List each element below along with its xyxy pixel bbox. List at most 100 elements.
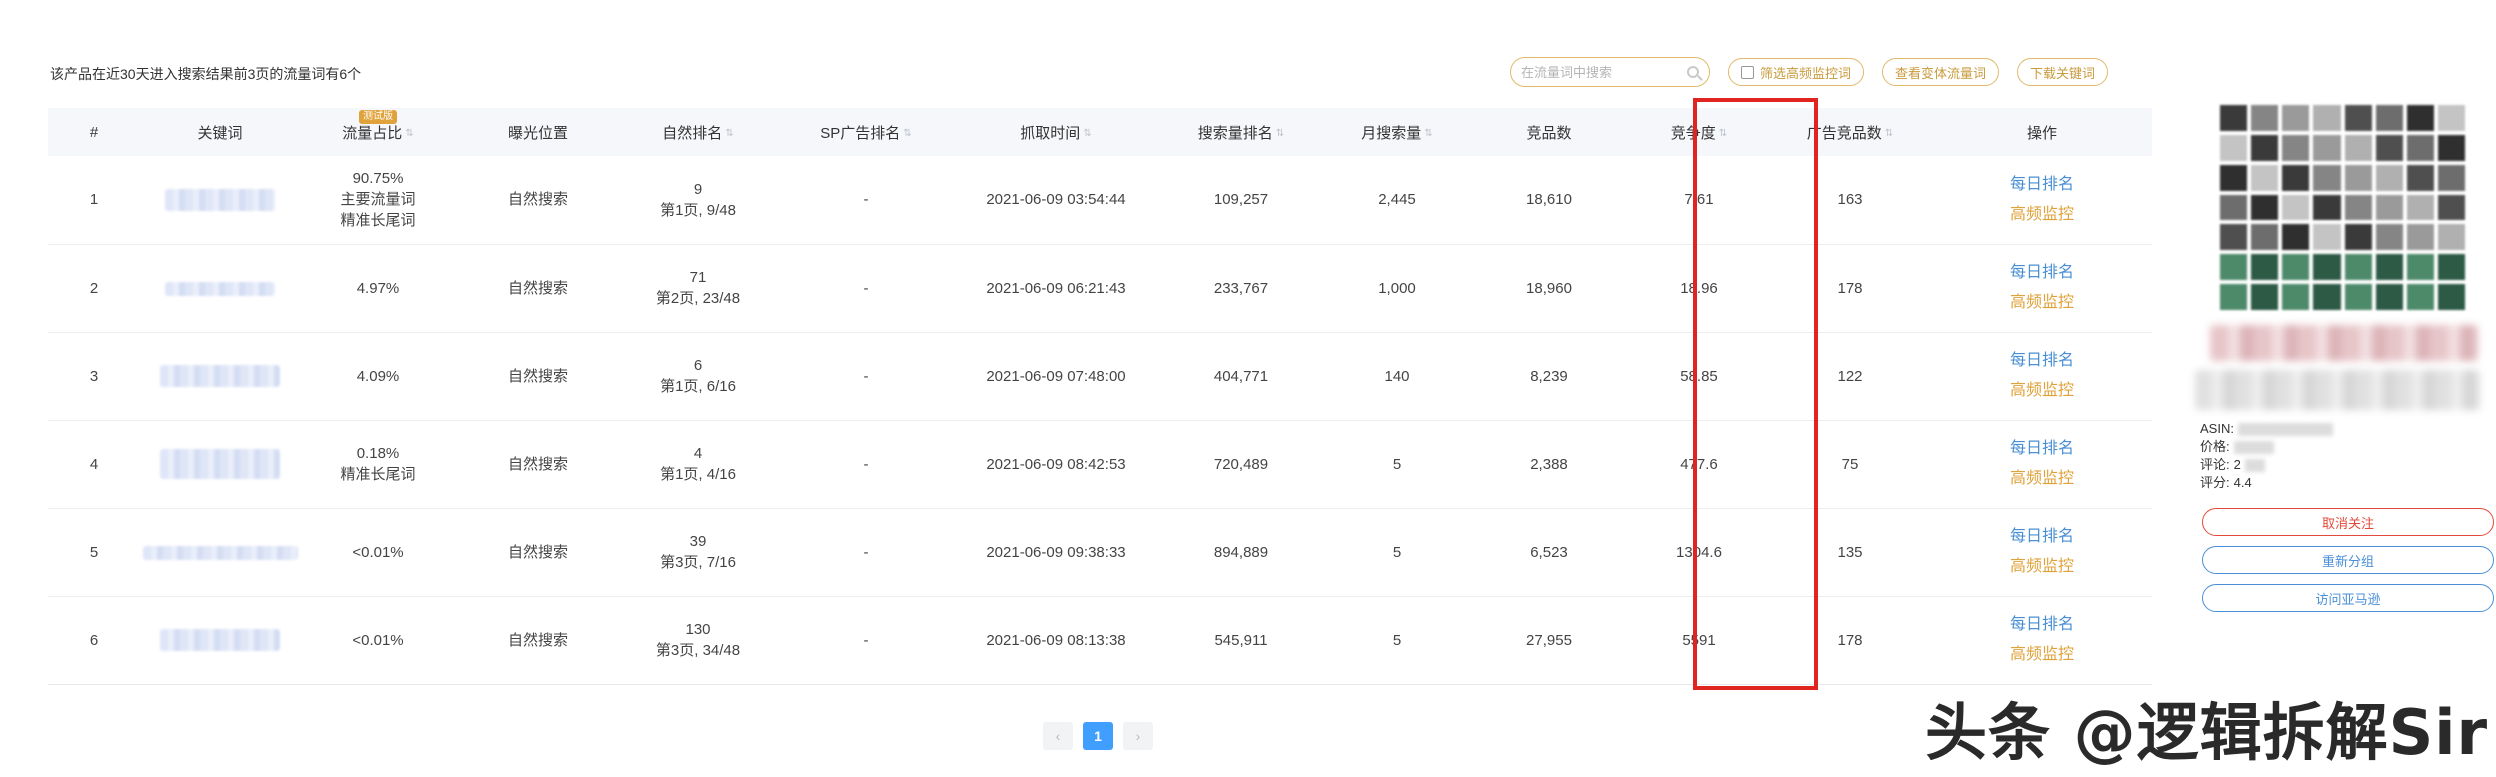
- filter-high-frequency-button[interactable]: 筛选高频监控词: [1728, 58, 1865, 86]
- sort-icon[interactable]: ⇅: [1083, 128, 1091, 139]
- col-keyword: 关键词: [140, 108, 300, 156]
- volume-rank-cell: 109,257: [1156, 156, 1326, 245]
- actions-cell: 每日排名 高频监控: [1932, 332, 2152, 421]
- crawl-time-cell: 2021-06-09 06:21:43: [956, 244, 1156, 333]
- monthly-volume-cell[interactable]: 5: [1326, 420, 1468, 509]
- rank-cell[interactable]: 9 第1页, 9/48: [620, 156, 776, 245]
- rank-cell[interactable]: 39 第3页, 7/16: [620, 508, 776, 597]
- daily-rank-link[interactable]: 每日排名: [1932, 170, 2152, 200]
- sort-icon[interactable]: ⇅: [1424, 128, 1432, 139]
- daily-rank-link[interactable]: 每日排名: [1932, 346, 2152, 376]
- prev-page-button[interactable]: ‹: [1043, 722, 1073, 750]
- sort-icon[interactable]: ⇅: [1885, 128, 1893, 139]
- visit-amazon-button[interactable]: 访问亚马逊: [2202, 584, 2494, 612]
- daily-rank-link[interactable]: 每日排名: [1932, 610, 2152, 640]
- daily-rank-link[interactable]: 每日排名: [1932, 434, 2152, 464]
- high-freq-monitor-link[interactable]: 高频监控: [1932, 376, 2152, 406]
- share-value: 90.75%: [352, 170, 404, 188]
- sort-icon[interactable]: ⇅: [725, 128, 733, 139]
- sp-rank-cell: -: [776, 156, 956, 245]
- mosaic-tile: [2406, 105, 2434, 131]
- daily-rank-link[interactable]: 每日排名: [1932, 522, 2152, 552]
- search-icon[interactable]: [1687, 66, 1699, 78]
- rank-page: 第1页, 9/48: [660, 201, 736, 219]
- rank-cell[interactable]: 6 第1页, 6/16: [620, 332, 776, 421]
- col-monthly-volume[interactable]: 月搜索量 ⇅: [1326, 108, 1468, 156]
- monthly-volume-cell[interactable]: 140: [1326, 332, 1468, 421]
- high-freq-monitor-link[interactable]: 高频监控: [1932, 552, 2152, 582]
- unfollow-button[interactable]: 取消关注: [2202, 508, 2494, 536]
- table-row: 6 <0.01% 自然搜索 130 第3页, 34/48 - 2021-06-09…: [48, 596, 2152, 685]
- exposure-cell: 自然搜索: [456, 508, 620, 597]
- sort-icon[interactable]: ⇅: [405, 128, 413, 139]
- table-row: 1 90.75% 主要流量词 精准长尾词 自然搜索 9 第1页, 9/48 - 202…: [48, 156, 2152, 245]
- next-page-button[interactable]: ›: [1123, 722, 1153, 750]
- daily-rank-link[interactable]: 每日排名: [1932, 258, 2152, 288]
- crawl-time-cell: 2021-06-09 09:38:33: [956, 508, 1156, 597]
- mosaic-tile: [2406, 224, 2434, 251]
- share-value: <0.01%: [352, 631, 404, 649]
- regroup-button[interactable]: 重新分组: [2202, 546, 2494, 574]
- mosaic-tile: [2344, 224, 2372, 251]
- keyword-cell[interactable]: [140, 508, 300, 597]
- page-1-button[interactable]: 1: [1083, 722, 1113, 750]
- blurred-review: [2244, 458, 2265, 472]
- high-freq-monitor-link[interactable]: 高频监控: [1932, 640, 2152, 670]
- col-traffic-share[interactable]: 测试版 流量占比 ⇅: [300, 108, 456, 156]
- table-row: 3 4.09% 自然搜索 6 第1页, 6/16 - 2021-06-09 07:…: [48, 332, 2152, 421]
- monthly-volume-cell[interactable]: 2,445: [1326, 156, 1468, 245]
- col-crawl-time-label: 抓取时间: [1020, 124, 1081, 142]
- sort-icon[interactable]: ⇅: [903, 128, 911, 139]
- col-organic-rank[interactable]: 自然排名 ⇅: [620, 108, 776, 156]
- exposure-cell: 自然搜索: [456, 156, 620, 245]
- rank-cell[interactable]: 71 第2页, 23/48: [620, 244, 776, 333]
- row-index: 1: [48, 156, 140, 245]
- product-meta: ASIN: 价格: 评论: 2 评分: 4.4: [2200, 420, 2333, 492]
- keyword-cell[interactable]: [140, 244, 300, 333]
- col-crawl-time[interactable]: 抓取时间 ⇅: [956, 108, 1156, 156]
- mosaic-tile: [2282, 254, 2310, 281]
- col-sp-rank[interactable]: SP广告排名 ⇅: [776, 108, 956, 156]
- rank-cell[interactable]: 4 第1页, 4/16: [620, 420, 776, 509]
- row-index: 2: [48, 244, 140, 333]
- mosaic-tile: [2375, 224, 2403, 251]
- mosaic-tile: [2282, 134, 2310, 161]
- actions-cell: 每日排名 高频监控: [1932, 156, 2152, 245]
- mosaic-tile: [2344, 164, 2372, 191]
- rank-value: 39: [689, 533, 707, 550]
- actions-cell: 每日排名 高频监控: [1932, 420, 2152, 509]
- monthly-volume-cell[interactable]: 5: [1326, 508, 1468, 597]
- competitors-cell: 2,388: [1468, 420, 1630, 509]
- volume-rank-cell: 233,767: [1156, 244, 1326, 333]
- actions-cell: 每日排名 高频监控: [1932, 596, 2152, 685]
- high-freq-monitor-link[interactable]: 高频监控: [1932, 288, 2152, 318]
- high-freq-monitor-link[interactable]: 高频监控: [1932, 200, 2152, 230]
- col-exposure: 曝光位置: [456, 108, 620, 156]
- sort-icon[interactable]: ⇅: [1276, 128, 1284, 139]
- monthly-volume-cell[interactable]: 1,000: [1326, 244, 1468, 333]
- keyword-cell[interactable]: [140, 596, 300, 685]
- keyword-cell[interactable]: [140, 156, 300, 245]
- view-variant-keywords-button[interactable]: 查看变体流量词: [1882, 58, 2000, 86]
- keyword-cell[interactable]: [140, 420, 300, 509]
- keyword-cell[interactable]: [140, 332, 300, 421]
- product-image[interactable]: [2220, 105, 2465, 310]
- rank-cell[interactable]: 130 第3页, 34/48: [620, 596, 776, 685]
- sp-rank-cell: -: [776, 508, 956, 597]
- col-actions: 操作: [1932, 108, 2152, 156]
- keyword-search[interactable]: [1510, 57, 1710, 87]
- mosaic-tile: [2313, 254, 2341, 281]
- rank-value: 6: [693, 357, 703, 374]
- col-ad-competitors-label: 广告竞品数: [1806, 124, 1882, 142]
- filter-checkbox[interactable]: [1741, 65, 1754, 79]
- mosaic-tile: [2251, 134, 2279, 161]
- download-keywords-button[interactable]: 下载关键词: [2017, 58, 2109, 86]
- keyword-search-input[interactable]: [1521, 64, 1671, 80]
- mosaic-tile: [2344, 134, 2372, 161]
- mosaic-tile: [2437, 284, 2465, 310]
- monthly-volume-cell[interactable]: 5: [1326, 596, 1468, 685]
- col-volume-rank[interactable]: 搜索量排名 ⇅: [1156, 108, 1326, 156]
- share-value: <0.01%: [352, 543, 404, 561]
- mosaic-tile: [2313, 134, 2341, 161]
- high-freq-monitor-link[interactable]: 高频监控: [1932, 464, 2152, 494]
